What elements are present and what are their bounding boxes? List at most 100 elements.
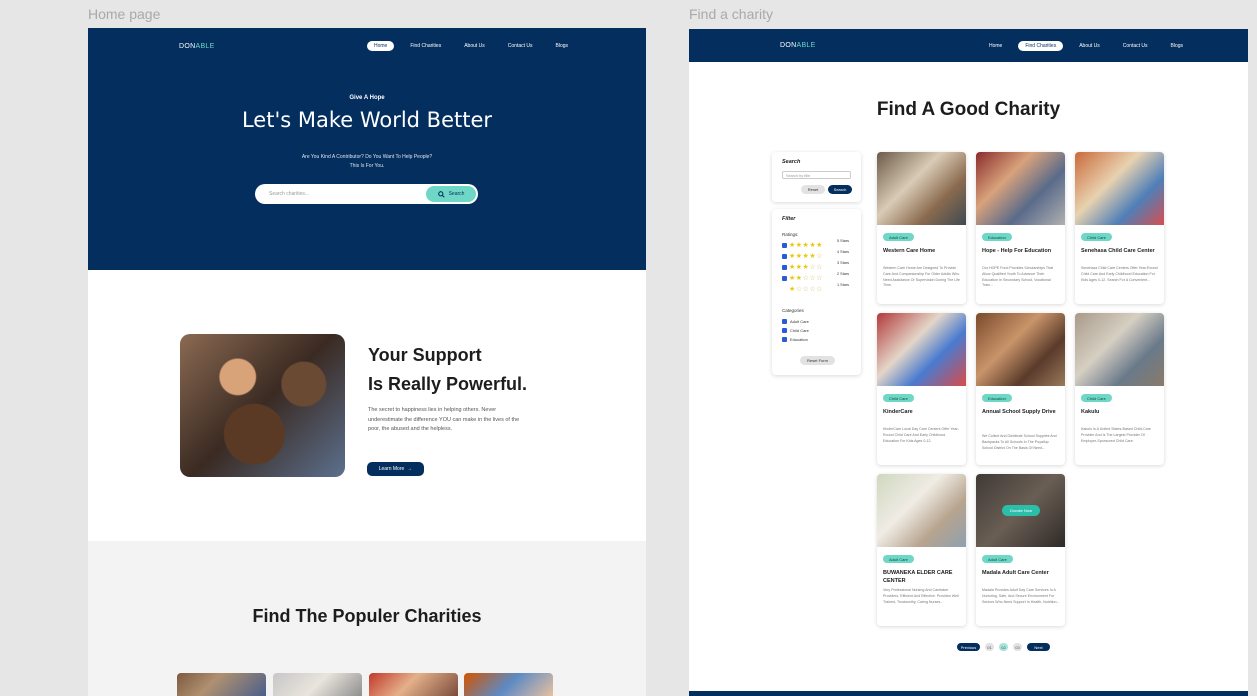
- charity-description: KinderCare Local Day Care Centers Offer …: [883, 427, 959, 443]
- footer-strip: [689, 691, 1248, 696]
- rating-label-2: 2 Stars: [837, 272, 850, 276]
- star-rating-1: ★☆☆☆☆: [789, 286, 823, 293]
- page-button-2[interactable]: 02: [999, 643, 1008, 651]
- nav-home[interactable]: Home: [367, 41, 395, 51]
- category-label-adult-care: Adult Care: [790, 319, 809, 324]
- charity-image: [1075, 152, 1164, 225]
- charity-name: BUWANEKA ELDER CARE CENTER: [883, 570, 953, 584]
- charity-name: Madala Adult Care Center: [982, 570, 1049, 576]
- nav-blogs[interactable]: Blogs: [1164, 41, 1191, 51]
- frame-label-home: Home page: [88, 6, 161, 22]
- popular-card-image[interactable]: [273, 673, 362, 696]
- rating-checkbox-5[interactable]: [782, 243, 787, 248]
- popular-card-image[interactable]: [177, 673, 266, 696]
- category-checkbox-child-care[interactable]: [782, 328, 787, 333]
- next-page-button[interactable]: Next: [1027, 643, 1050, 651]
- donate-now-button[interactable]: Donate Now: [1002, 505, 1040, 516]
- charity-name: Western Care Home: [883, 248, 936, 254]
- category-tag: Adult Care: [982, 555, 1013, 563]
- charity-image: [976, 152, 1065, 225]
- hero-search-button[interactable]: Search: [426, 186, 476, 202]
- charity-description: Western Care Home Are Designed To Provid…: [883, 266, 961, 288]
- hero-search-input[interactable]: Search charities...: [269, 191, 309, 197]
- rating-checkbox-4[interactable]: [782, 254, 787, 259]
- reset-form-button[interactable]: Reset Form: [800, 356, 835, 365]
- charity-name: Annual School Supply Drive: [982, 409, 1056, 415]
- charity-card[interactable]: Donate Now Adult Care Madala Adult Care …: [976, 474, 1065, 626]
- nav-find-charities[interactable]: Find Charities: [403, 41, 448, 51]
- logo[interactable]: DONABLE: [179, 43, 215, 50]
- rating-label-3: 3 Stars: [837, 261, 850, 265]
- category-label-child-care: Child Care: [790, 328, 809, 333]
- support-text: The secret to happiness lies in helping …: [368, 407, 520, 432]
- filter-panel: Filter Ratings: ★★★★★ 5 Stars ★★★★☆ 4 St…: [772, 209, 861, 375]
- charity-card[interactable]: Child Care Senehasa Child Care Center Se…: [1075, 152, 1164, 304]
- page-button-1[interactable]: 01: [985, 643, 994, 651]
- nav-about-us[interactable]: About Us: [1072, 41, 1107, 51]
- popular-card-image[interactable]: [369, 673, 458, 696]
- star-rating-2: ★★☆☆☆: [789, 275, 823, 282]
- nav-about-us[interactable]: About Us: [457, 41, 492, 51]
- page-button-3[interactable]: 03: [1013, 643, 1022, 651]
- charity-image: [976, 313, 1065, 386]
- category-tag: Adult Care: [883, 233, 914, 241]
- charity-image: [877, 474, 966, 547]
- charity-name: Kakulu: [1081, 409, 1100, 415]
- nav-home[interactable]: Home: [982, 41, 1009, 51]
- charity-name: Hope - Help For Education: [982, 248, 1052, 254]
- category-label-education: Education: [790, 337, 808, 342]
- category-tag: Education: [982, 233, 1012, 241]
- charity-name: Senehasa Child Care Center: [1081, 248, 1155, 254]
- main-nav: Home Find Charities About Us Contact Us …: [982, 41, 1190, 51]
- hero-search-bar: Search charities... Search: [255, 184, 478, 204]
- charity-description: Madala Provides Adult Day Care Services …: [982, 588, 1060, 604]
- charity-card[interactable]: Education Hope - Help For Education Our …: [976, 152, 1065, 304]
- nav-find-charities[interactable]: Find Charities: [1018, 41, 1064, 51]
- nav-contact-us[interactable]: Contact Us: [1116, 41, 1155, 51]
- pagination: Previous 01 02 03 Next: [957, 643, 1050, 651]
- charity-description: Kakulu Is A United States-Based Child-Ca…: [1081, 427, 1151, 443]
- star-rating-5: ★★★★★: [789, 242, 823, 249]
- popular-card-image[interactable]: [464, 673, 553, 696]
- nav-blogs[interactable]: Blogs: [549, 41, 576, 51]
- charity-card[interactable]: Child Care KinderCare KinderCare Local D…: [877, 313, 966, 465]
- hero-subtitle: Are You Kind A Contributor? Do You Want …: [301, 154, 433, 169]
- rating-label-4: 4 Stars: [837, 250, 850, 254]
- star-rating-4: ★★★★☆: [789, 253, 823, 260]
- learn-more-button[interactable]: Learn More →: [367, 462, 424, 476]
- charity-card[interactable]: Child Care Kakulu Kakulu Is A United Sta…: [1075, 313, 1164, 465]
- main-nav: Home Find Charities About Us Contact Us …: [367, 41, 575, 51]
- rating-checkbox-2[interactable]: [782, 276, 787, 281]
- category-checkbox-education[interactable]: [782, 337, 787, 342]
- nav-contact-us[interactable]: Contact Us: [501, 41, 540, 51]
- charity-card[interactable]: Adult Care Western Care Home Western Car…: [877, 152, 966, 304]
- previous-page-button[interactable]: Previous: [957, 643, 980, 651]
- category-checkbox-adult-care[interactable]: [782, 319, 787, 324]
- rating-label-1: 1 Stars: [837, 283, 850, 287]
- charity-card[interactable]: Education Annual School Supply Drive We …: [976, 313, 1065, 465]
- charity-image: [877, 152, 966, 225]
- logo[interactable]: DONABLE: [780, 42, 816, 49]
- home-page-frame: DONABLE Home Find Charities About Us Con…: [88, 28, 646, 696]
- search-panel: Search Search by title Reset Search: [772, 152, 861, 202]
- reset-button[interactable]: Reset: [801, 185, 825, 194]
- category-tag: Child Care: [1081, 233, 1112, 241]
- ratings-label: Ratings:: [782, 232, 799, 237]
- top-nav: DONABLE Home Find Charities About Us Con…: [689, 29, 1248, 62]
- frame-label-find: Find a charity: [689, 6, 774, 22]
- search-button[interactable]: Search: [828, 185, 852, 194]
- categories-label: Categories: [782, 308, 804, 313]
- charity-description: Very Professional Nursing And Caretaker …: [883, 588, 959, 604]
- rating-checkbox-3[interactable]: [782, 265, 787, 270]
- charity-description: We Collect And Distribute School Supplie…: [982, 434, 1057, 450]
- hero-title: Let's Make World Better: [241, 108, 493, 132]
- hero-section: DONABLE Home Find Charities About Us Con…: [88, 28, 646, 270]
- search-icon: [437, 190, 445, 198]
- charity-card[interactable]: Adult Care BUWANEKA ELDER CARE CENTER Ve…: [877, 474, 966, 626]
- popular-heading: Find The Populer Charities: [252, 606, 482, 626]
- charity-image: Donate Now: [976, 474, 1065, 547]
- search-input[interactable]: Search by title: [782, 171, 851, 179]
- category-tag: Adult Care: [883, 555, 914, 563]
- filter-heading: Filter: [782, 216, 796, 222]
- charity-description: Senehasa Child Care Centers Offer Year-R…: [1081, 266, 1158, 282]
